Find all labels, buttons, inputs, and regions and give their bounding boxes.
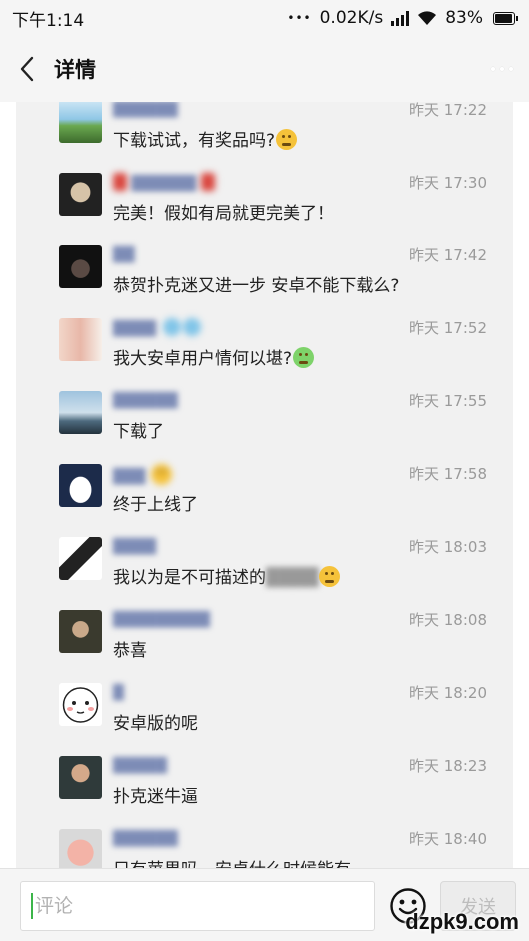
comment-time: 昨天 17:30 bbox=[409, 174, 487, 192]
comment-time: 昨天 18:08 bbox=[409, 611, 487, 629]
avatar[interactable] bbox=[59, 464, 102, 507]
comment-item: ██████ 昨天 18:40 只有苹果吗，安卓什么时候能有 bbox=[16, 829, 513, 868]
username[interactable]: ██ bbox=[113, 245, 135, 265]
comment-item: █████ 昨天 18:23 扑克迷牛逼 bbox=[16, 756, 513, 829]
comment-panel: ██████ 昨天 17:22 下载试试，有奖品吗? ██████ 昨天 17:… bbox=[16, 102, 513, 868]
battery-percent: 83% bbox=[445, 8, 483, 28]
comment-item: █ 昨天 18:20 安卓版的呢 bbox=[16, 683, 513, 756]
username[interactable]: ██████ bbox=[113, 102, 178, 120]
comment-text: 我以为是不可描述的████ bbox=[113, 563, 341, 588]
page-title: 详情 bbox=[54, 58, 96, 82]
username[interactable]: ██████ bbox=[113, 173, 215, 193]
comment-time: 昨天 17:22 bbox=[409, 102, 487, 119]
smiley-face-icon[interactable] bbox=[389, 887, 427, 925]
header: 详情 bbox=[0, 36, 529, 102]
avatar[interactable] bbox=[59, 318, 102, 361]
comment-time: 昨天 18:20 bbox=[409, 684, 487, 702]
smirk-emoji-icon bbox=[276, 129, 298, 150]
comment-time: 昨天 17:42 bbox=[409, 246, 487, 264]
avatar[interactable] bbox=[59, 829, 102, 868]
comment-text: 下载试试，有奖品吗? bbox=[113, 126, 298, 151]
comment-time: 昨天 17:55 bbox=[409, 392, 487, 410]
battery-icon bbox=[493, 11, 518, 25]
comment-text: 恭贺扑克迷又进一步 安卓不能下载么? bbox=[113, 276, 400, 296]
username[interactable]: ████ bbox=[113, 537, 156, 557]
username[interactable]: █████████ bbox=[113, 610, 210, 630]
chevron-left-icon[interactable] bbox=[14, 54, 40, 84]
comment-item: █████████ 昨天 18:08 恭喜 bbox=[16, 610, 513, 683]
comment-item: ██████ 昨天 17:22 下载试试，有奖品吗? bbox=[16, 102, 513, 173]
comment-item: ██████ 昨天 17:30 完美！假如有局就更完美了！ bbox=[16, 173, 513, 246]
wifi-icon bbox=[418, 11, 437, 25]
avatar[interactable] bbox=[59, 391, 102, 434]
text-cursor bbox=[31, 893, 33, 919]
comment-text: 我大安卓用户情何以堪? bbox=[113, 344, 315, 369]
comment-time: 昨天 18:40 bbox=[409, 830, 487, 848]
avatar[interactable] bbox=[59, 245, 102, 288]
comment-text: 下载了 bbox=[113, 422, 164, 442]
username[interactable]: █████ bbox=[113, 756, 167, 776]
avatar[interactable] bbox=[59, 610, 102, 653]
more-dots-icon[interactable] bbox=[491, 61, 513, 77]
avatar[interactable] bbox=[59, 102, 102, 143]
crying-emoji-icon bbox=[293, 347, 315, 368]
comment-text: 终于上线了 bbox=[113, 495, 198, 515]
avatar[interactable] bbox=[59, 173, 102, 216]
comment-item: ███ 昨天 17:58 终于上线了 bbox=[16, 464, 513, 537]
comment-time: 昨天 18:23 bbox=[409, 757, 487, 775]
avatar[interactable] bbox=[59, 683, 102, 726]
comment-item: ████ 昨天 18:03 我以为是不可描述的████ bbox=[16, 537, 513, 610]
network-speed: 0.02K/s bbox=[319, 8, 384, 28]
username[interactable]: ██████ bbox=[113, 829, 178, 849]
status-bar: 下午1:14 ••• 0.02K/s 83% bbox=[0, 0, 529, 36]
comment-time: 昨天 17:58 bbox=[409, 465, 487, 483]
comment-time: 昨天 18:03 bbox=[409, 538, 487, 556]
signal-icon bbox=[391, 10, 410, 26]
comment-text: 扑克迷牛逼 bbox=[113, 787, 198, 807]
send-button[interactable]: 发送 bbox=[440, 881, 516, 931]
comment-text: 恭喜 bbox=[113, 641, 147, 661]
comment-time: 昨天 17:52 bbox=[409, 319, 487, 337]
comment-input-bar: 发送 dzpk9.com bbox=[0, 868, 529, 941]
comment-item: ██ 昨天 17:42 恭贺扑克迷又进一步 安卓不能下载么? bbox=[16, 245, 513, 318]
comment-text: 只有苹果吗，安卓什么时候能有 bbox=[113, 855, 351, 868]
notification-dots: ••• bbox=[287, 11, 312, 25]
username[interactable]: █ bbox=[113, 683, 124, 703]
username[interactable]: ███ bbox=[113, 464, 172, 485]
comment-list[interactable]: ██████ 昨天 17:22 下载试试，有奖品吗? ██████ 昨天 17:… bbox=[0, 102, 529, 868]
comment-text: 安卓版的呢 bbox=[113, 714, 198, 734]
username[interactable]: ████ bbox=[113, 318, 201, 338]
comment-input[interactable] bbox=[20, 881, 375, 931]
username[interactable]: ██████ bbox=[113, 391, 178, 411]
comment-item: ██████ 昨天 17:55 下载了 bbox=[16, 391, 513, 464]
comment-text: 完美！假如有局就更完美了！ bbox=[113, 204, 334, 224]
status-time: 下午1:14 bbox=[12, 10, 85, 31]
avatar[interactable] bbox=[59, 537, 102, 580]
comment-item: ████ 昨天 17:52 我大安卓用户情何以堪? bbox=[16, 318, 513, 391]
status-indicators: ••• 0.02K/s 83% bbox=[287, 8, 518, 28]
avatar[interactable] bbox=[59, 756, 102, 799]
smirk-emoji-icon bbox=[319, 566, 341, 587]
